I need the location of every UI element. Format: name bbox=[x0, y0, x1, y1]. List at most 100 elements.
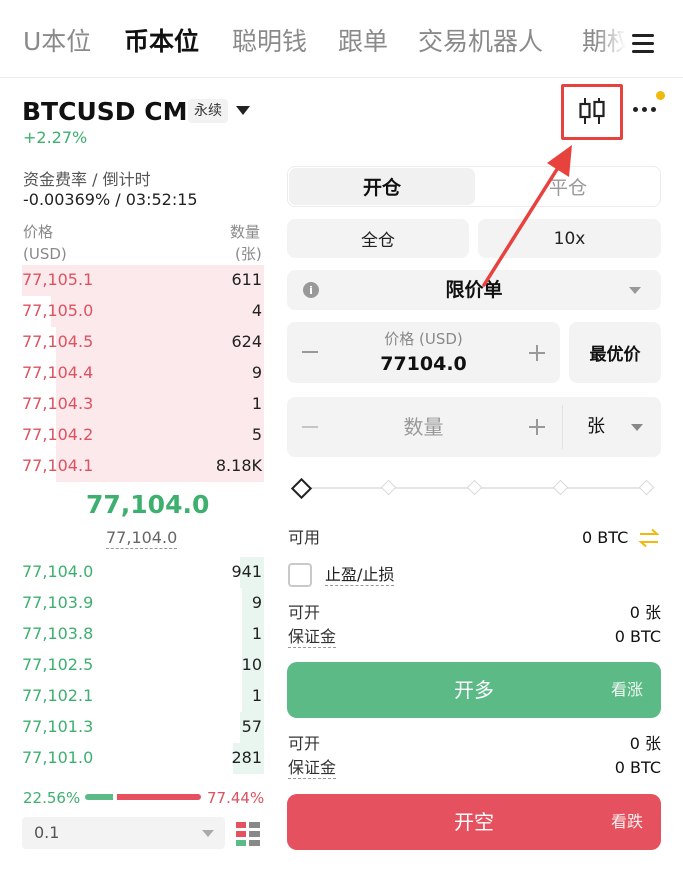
open-long-label: 开多 bbox=[454, 678, 494, 702]
price-input[interactable]: 价格 (USD) 77104.0 bbox=[287, 322, 560, 383]
bids-list: 77,104.0 941 77,103.9 9 77,103.8 1 77,102.5 10 7… bbox=[0, 557, 270, 774]
ask-row[interactable]: 77,104.1 8.18K bbox=[0, 451, 270, 482]
row-qty: 1 bbox=[251, 394, 262, 413]
qty-header: 数量 bbox=[230, 223, 261, 241]
ask-row[interactable]: 77,104.5 624 bbox=[0, 327, 270, 358]
quantity-placeholder: 数量 bbox=[403, 415, 444, 439]
available-label: 可用 bbox=[288, 528, 321, 547]
quantity-unit[interactable]: 张 bbox=[587, 415, 605, 439]
row-qty: 10 bbox=[241, 655, 262, 674]
chevron-down-icon bbox=[202, 830, 214, 837]
row-price: 77,102.1 bbox=[22, 686, 94, 705]
tpsl-checkbox[interactable] bbox=[288, 563, 312, 587]
bid-row[interactable]: 77,102.5 10 bbox=[0, 650, 270, 681]
transfer-icon[interactable] bbox=[638, 528, 660, 548]
kline-chart-icon[interactable] bbox=[578, 96, 606, 126]
row-qty: 57 bbox=[241, 717, 262, 736]
short-margin-label[interactable]: 保证金 bbox=[288, 758, 337, 779]
bid-row[interactable]: 77,104.0 941 bbox=[0, 557, 270, 588]
bid-row[interactable]: 77,102.1 1 bbox=[0, 681, 270, 712]
price-input-value[interactable]: 77104.0 bbox=[287, 352, 560, 376]
mark-price[interactable]: 77,104.0 bbox=[106, 528, 178, 549]
chevron-down-icon bbox=[631, 424, 643, 431]
slider-tick[interactable] bbox=[552, 479, 569, 496]
row-price: 77,105.1 bbox=[22, 270, 94, 289]
annotation-arrow bbox=[482, 145, 572, 287]
tab-smart-money[interactable]: 聪明钱 bbox=[232, 26, 307, 58]
long-margin-value: 0 BTC bbox=[614, 627, 661, 646]
row-qty: 281 bbox=[231, 748, 262, 767]
row-price: 77,101.0 bbox=[22, 748, 94, 767]
row-qty: 1 bbox=[251, 686, 262, 705]
divider bbox=[562, 405, 563, 449]
notification-dot bbox=[656, 91, 665, 100]
precision-select[interactable]: 0.1 bbox=[22, 817, 225, 849]
bid-row[interactable]: 77,101.3 57 bbox=[0, 712, 270, 743]
row-price: 77,104.0 bbox=[22, 562, 94, 581]
ask-row[interactable]: 77,105.1 611 bbox=[0, 265, 270, 296]
buy-ratio: 22.56% bbox=[23, 789, 81, 807]
price-unit: (USD) bbox=[23, 245, 67, 263]
tab-u-margined[interactable]: U本位 bbox=[23, 26, 91, 58]
ask-row[interactable]: 77,104.3 1 bbox=[0, 389, 270, 420]
slider-tick[interactable] bbox=[466, 479, 483, 496]
symbol-dropdown-icon[interactable] bbox=[236, 106, 250, 115]
row-price: 77,103.9 bbox=[22, 593, 94, 612]
bullish-label: 看涨 bbox=[611, 680, 644, 699]
symbol-title[interactable]: BTCUSD CM bbox=[22, 97, 187, 127]
row-price: 77,104.4 bbox=[22, 363, 94, 382]
more-icon[interactable] bbox=[633, 105, 661, 115]
long-openable-value: 0 张 bbox=[629, 603, 661, 622]
short-openable-value: 0 张 bbox=[629, 734, 661, 753]
long-openable-label: 可开 bbox=[288, 603, 321, 622]
price-input-label: 价格 (USD) bbox=[384, 330, 463, 348]
margin-mode-button[interactable]: 全仓 bbox=[287, 219, 469, 258]
row-qty: 9 bbox=[251, 363, 262, 382]
slider-tick[interactable] bbox=[638, 479, 655, 496]
slider-handle[interactable] bbox=[290, 477, 313, 500]
menu-icon[interactable] bbox=[626, 30, 658, 56]
tab-open[interactable]: 开仓 bbox=[289, 168, 475, 205]
asks-list: 77,105.1 611 77,105.0 4 77,104.5 624 77,104.4 9… bbox=[0, 265, 270, 482]
plus-icon[interactable] bbox=[529, 345, 545, 361]
long-margin-label[interactable]: 保证金 bbox=[288, 627, 337, 648]
row-qty: 4 bbox=[251, 301, 262, 320]
plus-icon[interactable] bbox=[529, 419, 545, 435]
perpetual-tag: 永续 bbox=[188, 99, 228, 123]
bid-row[interactable]: 77,103.9 9 bbox=[0, 588, 270, 619]
row-price: 77,104.1 bbox=[22, 456, 94, 475]
ratio-bar bbox=[85, 794, 201, 800]
short-openable-label: 可开 bbox=[288, 734, 321, 753]
row-qty: 8.18K bbox=[215, 456, 262, 475]
row-price: 77,105.0 bbox=[22, 301, 94, 320]
available-value: 0 BTC bbox=[582, 528, 629, 547]
row-qty: 9 bbox=[251, 593, 262, 612]
ask-row[interactable]: 77,104.2 5 bbox=[0, 420, 270, 451]
row-qty: 624 bbox=[231, 332, 262, 351]
quantity-input[interactable]: 数量 张 bbox=[287, 397, 661, 457]
funding-value: -0.00369% / 03:52:15 bbox=[23, 190, 198, 209]
tpsl-label[interactable]: 止盈/止损 bbox=[325, 565, 395, 586]
bearish-label: 看跌 bbox=[611, 812, 644, 831]
slider-tick[interactable] bbox=[380, 479, 397, 496]
row-price: 77,104.2 bbox=[22, 425, 94, 444]
best-price-button[interactable]: 最优价 bbox=[569, 322, 661, 383]
tab-fade bbox=[596, 20, 626, 64]
bid-row[interactable]: 77,101.0 281 bbox=[0, 743, 270, 774]
ask-row[interactable]: 77,105.0 4 bbox=[0, 296, 270, 327]
row-price: 77,101.3 bbox=[22, 717, 94, 736]
bid-row[interactable]: 77,103.8 1 bbox=[0, 619, 270, 650]
ask-row[interactable]: 77,104.4 9 bbox=[0, 358, 270, 389]
tab-coin-margined[interactable]: 币本位 bbox=[124, 26, 199, 58]
top-tab-bar: U本位 币本位 聪明钱 跟单 交易机器人 期权 bbox=[0, 0, 683, 78]
row-price: 77,104.5 bbox=[22, 332, 94, 351]
row-qty: 941 bbox=[231, 562, 262, 581]
open-long-button[interactable]: 开多 看涨 bbox=[287, 662, 661, 718]
orderbook-layout-icon[interactable] bbox=[236, 821, 262, 847]
precision-value: 0.1 bbox=[34, 823, 60, 842]
row-price: 77,102.5 bbox=[22, 655, 94, 674]
open-short-button[interactable]: 开空 看跌 bbox=[287, 794, 661, 850]
row-qty: 611 bbox=[231, 270, 262, 289]
tab-trading-bot[interactable]: 交易机器人 bbox=[418, 26, 543, 58]
tab-copy-trading[interactable]: 跟单 bbox=[338, 26, 388, 58]
